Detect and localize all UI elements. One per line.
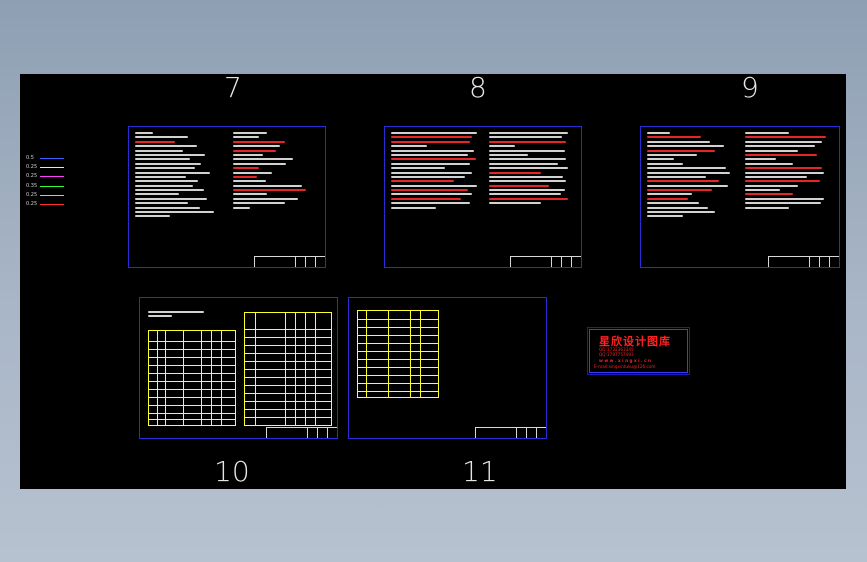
- legend-swatch: [40, 158, 64, 160]
- stamp-email: E-mail:xingxintuku@126.com: [594, 364, 656, 369]
- notes-text-block: [148, 311, 228, 320]
- title-block: [266, 427, 337, 438]
- stamp-qq-2: QQ:1787757493: [599, 352, 634, 357]
- notes-text-block: [745, 132, 833, 211]
- legend-row: 0.25: [26, 163, 64, 172]
- drawing-sheet-7[interactable]: [128, 126, 326, 268]
- legend-row: 0.35: [26, 182, 64, 191]
- drawing-sheet-9[interactable]: [640, 126, 840, 268]
- cad-model-space[interactable]: 7 8 9 10 11 0.5 0.25 0.25 0.35 0.25 0.25: [20, 74, 846, 489]
- title-block: [510, 256, 581, 267]
- legend-swatch: [40, 204, 64, 206]
- sheet-number-7: 7: [224, 74, 242, 104]
- notes-text-block: [135, 132, 223, 220]
- legend-row: 0.25: [26, 172, 64, 181]
- legend-row: 0.25: [26, 200, 64, 209]
- title-block: [475, 427, 546, 438]
- notes-text-block: [391, 132, 481, 211]
- legend-swatch: [40, 185, 64, 187]
- sheet-number-10: 10: [214, 455, 250, 488]
- notes-text-block: [233, 132, 319, 211]
- notes-text-block: [489, 132, 575, 207]
- title-block: [768, 256, 839, 267]
- drawing-sheet-8[interactable]: [384, 126, 582, 268]
- legend-row: 0.5: [26, 154, 64, 163]
- title-block: [254, 256, 325, 267]
- legend-row: 0.25: [26, 191, 64, 200]
- legend-swatch: [40, 194, 64, 196]
- legend-swatch: [40, 167, 64, 169]
- stamp-website: w w w . x i n g x i . c n: [599, 358, 651, 363]
- watermark-stamp: 星欣设计图库 QQ:1732363345 QQ:1787757493 w w w…: [587, 327, 690, 375]
- sheet-number-9: 9: [741, 74, 759, 104]
- drawing-sheet-10[interactable]: [139, 297, 338, 439]
- drawing-sheet-11[interactable]: [348, 297, 547, 439]
- sheet-number-8: 8: [469, 74, 487, 104]
- schedule-table-left: [148, 330, 236, 426]
- sheet-number-11: 11: [462, 455, 498, 488]
- notes-text-block: [647, 132, 737, 220]
- schedule-table-right: [244, 312, 332, 426]
- legend-swatch: [40, 176, 64, 178]
- lineweight-legend: 0.5 0.25 0.25 0.35 0.25 0.25: [26, 154, 64, 209]
- material-table: [357, 310, 439, 398]
